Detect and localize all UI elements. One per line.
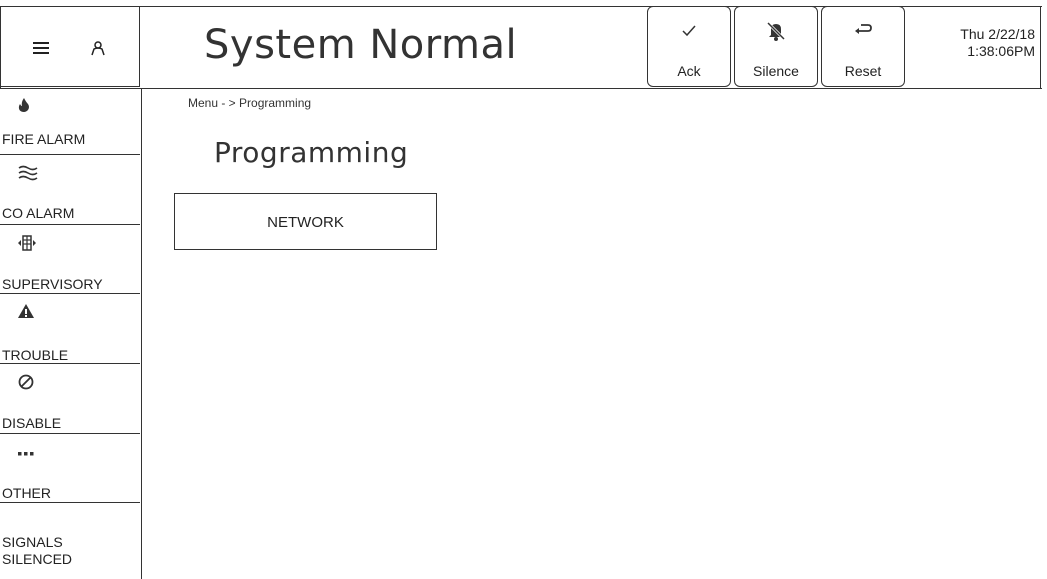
network-button[interactable]: NETWORK [174, 193, 437, 250]
sidebar-item-other[interactable]: OTHER [0, 434, 140, 503]
breadcrumb: Menu - > Programming [188, 96, 312, 110]
page-title: Programming [214, 136, 409, 169]
app-frame: System Normal Ack Silence Reset Thu 2/22 [0, 0, 1047, 579]
signals-silenced-line2: SILENCED [2, 551, 73, 567]
sidebar-item-disable[interactable]: DISABLE [0, 364, 140, 434]
reset-button[interactable]: Reset [821, 6, 905, 87]
user-icon[interactable] [91, 40, 105, 56]
sidebar-item-trouble[interactable]: TROUBLE [0, 294, 140, 364]
checkmark-icon [648, 21, 730, 42]
top-bar-edge [1040, 6, 1041, 88]
sidebar-item-co-alarm[interactable]: CO ALARM [0, 155, 140, 225]
waves-icon [18, 165, 38, 186]
disabled-circle-icon [18, 374, 34, 395]
hamburger-menu-icon[interactable] [33, 42, 49, 54]
system-status-title: System Normal [204, 22, 518, 68]
sidebar-item-label: SIGNALS SILENCED [2, 534, 72, 568]
silence-button[interactable]: Silence [734, 6, 818, 87]
sidebar-item-supervisory[interactable]: SUPERVISORY [0, 225, 140, 294]
signals-silenced-line1: SIGNALS [2, 534, 63, 550]
sidebar-item-fire-alarm[interactable]: FIRE ALARM [0, 88, 140, 155]
silenced-bell-icon [735, 21, 817, 46]
sidebar-item-label: OTHER [2, 485, 51, 501]
silence-label: Silence [753, 63, 799, 79]
sidebar-item-label: SUPERVISORY [2, 276, 103, 292]
sidebar-item-label: TROUBLE [2, 347, 69, 363]
ack-label: Ack [677, 63, 701, 79]
warning-triangle-icon [18, 304, 34, 323]
sidebar-item-label: DISABLE [2, 415, 62, 431]
datetime: Thu 2/22/18 1:38:06PM [910, 26, 1035, 60]
return-arrow-icon [822, 21, 904, 42]
menu-cell [0, 6, 140, 87]
sidebar: FIRE ALARM CO ALARM SUPERVISORY TROUBLE … [0, 88, 142, 579]
time-text: 1:38:06PM [967, 43, 1035, 59]
flame-icon [18, 98, 30, 117]
sidebar-item-signals-silenced[interactable]: SIGNALS SILENCED [0, 503, 140, 579]
date-text: Thu 2/22/18 [960, 26, 1035, 42]
supervisory-icon [18, 235, 36, 256]
reset-label: Reset [844, 63, 882, 79]
ack-button[interactable]: Ack [647, 6, 731, 87]
sidebar-item-label: FIRE ALARM [2, 131, 86, 147]
sidebar-item-label: CO ALARM [2, 205, 75, 221]
ellipsis-icon [18, 444, 34, 462]
